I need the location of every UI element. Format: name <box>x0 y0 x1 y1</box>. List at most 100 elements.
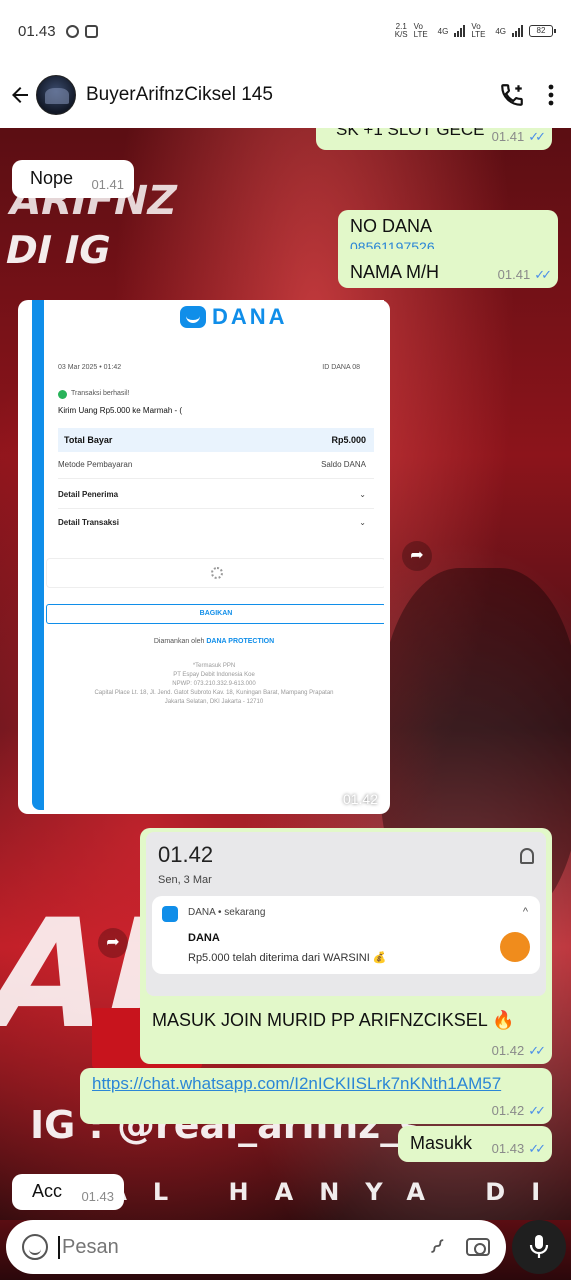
footer-line: Jakarta Selatan, DKI Jakarta - 12710 <box>164 699 264 705</box>
message-text: Masukk <box>410 1133 473 1153</box>
method-value: Saldo DANA <box>321 460 366 469</box>
sim1-tech: 4G <box>437 26 449 36</box>
message-text: SK +1 SLOT GECE <box>336 128 485 139</box>
mic-icon <box>529 1235 549 1258</box>
read-ticks-icon: ✓✓ <box>528 129 546 145</box>
wallpaper-text: DI IG <box>1 228 115 272</box>
divider <box>58 508 374 509</box>
chevron-down-icon: ⌄ <box>359 490 366 499</box>
receipt-share-button: BAGIKAN <box>46 604 384 624</box>
forward-icon[interactable]: ➦ <box>402 541 432 571</box>
receipt-date: 03 Mar 2025 • 01:42 <box>58 364 122 371</box>
chat-header: BuyerArifnzCiksel 145 <box>0 62 571 128</box>
total-value: Rp5.000 <box>331 435 366 445</box>
footer-line: *Termasuk PPN <box>192 663 236 669</box>
message-text: MASUK JOIN MURID PP ARIFNZCIKSEL 🔥 <box>152 1010 515 1030</box>
network-speed-unit: K/S <box>394 30 408 39</box>
forward-icon[interactable]: ➦ <box>98 928 128 958</box>
message-text: NO DANA <box>350 216 433 236</box>
back-arrow-icon[interactable] <box>8 83 32 107</box>
message-time: 01.42 <box>491 1043 525 1059</box>
notif-title: DANA <box>188 932 220 944</box>
receipt-title: Kirim Uang Rp5.000 ke Marmah - ( <box>58 406 183 415</box>
message-meta: 01.43 <box>81 1189 114 1205</box>
chat-area[interactable]: ARIFNZ DI IG AR IG : @real_arifnz_s DEAL… <box>0 128 571 1220</box>
camera-icon[interactable] <box>466 1238 490 1256</box>
receipt-secured: Diamankan oleh DANA PROTECTION <box>44 638 384 646</box>
sim2-tech: 4G <box>495 26 506 36</box>
battery-icon: 82 <box>529 25 556 37</box>
message-outgoing[interactable]: SK +1 SLOT GECE 01.41 ✓✓ <box>316 128 552 150</box>
status-bar: 01.43 2.1 K/S Vo LTE 4G Vo LTE 4G 82 <box>0 0 571 62</box>
notification-screenshot: 01.42 Sen, 3 Mar DANA • sekarang DANA Rp… <box>146 832 546 996</box>
message-outgoing[interactable]: Masukk 01.43 ✓✓ <box>398 1126 552 1162</box>
receipt-loading <box>46 558 384 588</box>
receipt-detail-transaksi: Detail Transaksi ⌄ <box>58 518 374 528</box>
chevron-down-icon: ⌄ <box>359 518 366 527</box>
message-incoming[interactable]: Nope 01.41 <box>12 160 134 198</box>
protection-label: DANA PROTECTION <box>206 638 275 645</box>
bell-icon <box>520 848 534 864</box>
message-time: 01.42 <box>342 791 378 808</box>
sim2-volte: Vo LTE <box>471 22 486 39</box>
total-label: Total Bayar <box>64 435 113 445</box>
sim1-volte: Vo LTE <box>413 22 428 39</box>
notification-icon <box>65 24 79 38</box>
message-meta: 01.42 ✓✓ <box>491 1043 546 1059</box>
phone-number-link[interactable]: 08561197526 <box>350 239 435 249</box>
message-meta: 01.43 ✓✓ <box>491 1141 546 1157</box>
message-input[interactable] <box>58 1235 432 1259</box>
composer: ⌇ <box>0 1220 571 1280</box>
dana-brand: DANA <box>212 304 288 329</box>
dana-logo: DANA <box>180 304 288 330</box>
message-outgoing[interactable]: NO DANA 08561197526 NAMA M/H 01.41 ✓✓ <box>338 210 558 288</box>
user-avatar-icon <box>500 932 530 962</box>
receipt-total: Total Bayar Rp5.000 <box>58 428 374 452</box>
divider <box>58 478 374 479</box>
secured-label: Diamankan oleh <box>153 638 205 645</box>
notif-body: Rp5.000 telah diterima dari WARSINI 💰 <box>188 952 387 964</box>
message-meta: 01.41 ✓✓ <box>491 129 546 145</box>
message-meta: 01.41 ✓✓ <box>498 267 552 283</box>
message-text: Acc <box>32 1181 63 1201</box>
header-actions <box>499 82 563 108</box>
message-text: NAMA M/H <box>350 262 440 282</box>
more-vert-icon[interactable] <box>547 84 555 106</box>
check-icon <box>58 390 67 399</box>
message-field[interactable]: ⌇ <box>6 1220 506 1274</box>
read-ticks-icon: ✓✓ <box>528 1141 546 1157</box>
footer-line: PT Espay Debit Indonesia Koe <box>173 672 255 678</box>
contact-name[interactable]: BuyerArifnzCiksel 145 <box>86 84 273 106</box>
receipt-footer: *Termasuk PPN PT Espay Debit Indonesia K… <box>54 662 374 707</box>
message-outgoing[interactable]: https://chat.whatsapp.com/I2nICKIISLrk7n… <box>80 1068 552 1124</box>
footer-line: Capital Place Lt. 18, Jl. Jend. Gatot Su… <box>94 690 334 696</box>
notif-card: DANA • sekarang DANA Rp5.000 telah diter… <box>152 896 540 974</box>
message-incoming[interactable]: Acc 01.43 <box>12 1174 124 1210</box>
message-time: 01.41 <box>91 177 124 193</box>
message-image[interactable]: DANA 03 Mar 2025 • 01:42 ID DANA 08 Tran… <box>18 300 390 814</box>
notif-app: DANA • sekarang <box>188 907 266 918</box>
detail-penerima-label: Detail Penerima <box>58 490 119 499</box>
message-time: 01.43 <box>81 1189 114 1205</box>
notif-date: Sen, 3 Mar <box>158 874 212 886</box>
receipt-method: Metode Pembayaran Saldo DANA <box>58 460 374 470</box>
receipt-detail-penerima: Detail Penerima ⌄ <box>58 490 374 500</box>
message-outgoing-image[interactable]: 01.42 Sen, 3 Mar DANA • sekarang DANA Rp… <box>140 828 552 1064</box>
method-label: Metode Pembayaran <box>58 460 133 469</box>
message-text: Nope <box>30 168 74 188</box>
emoji-icon[interactable] <box>22 1234 48 1260</box>
spinner-icon <box>211 567 223 579</box>
chevron-up-icon: ^ <box>522 906 528 918</box>
receipt-id: ID DANA 08 <box>322 364 360 371</box>
notif-time: 01.42 <box>158 842 214 867</box>
message-meta: 01.41 <box>91 177 124 193</box>
call-add-icon[interactable] <box>499 82 525 108</box>
group-invite-link[interactable]: https://chat.whatsapp.com/I2nICKIISLrk7n… <box>92 1074 540 1094</box>
message-time: 01.42 <box>491 1103 525 1119</box>
mic-button[interactable] <box>512 1220 566 1274</box>
message-time: 01.41 <box>491 129 525 145</box>
read-ticks-icon: ✓✓ <box>534 267 552 283</box>
contact-avatar[interactable] <box>36 75 76 115</box>
signal-icon <box>454 25 466 37</box>
message-time: 01.43 <box>491 1141 525 1157</box>
